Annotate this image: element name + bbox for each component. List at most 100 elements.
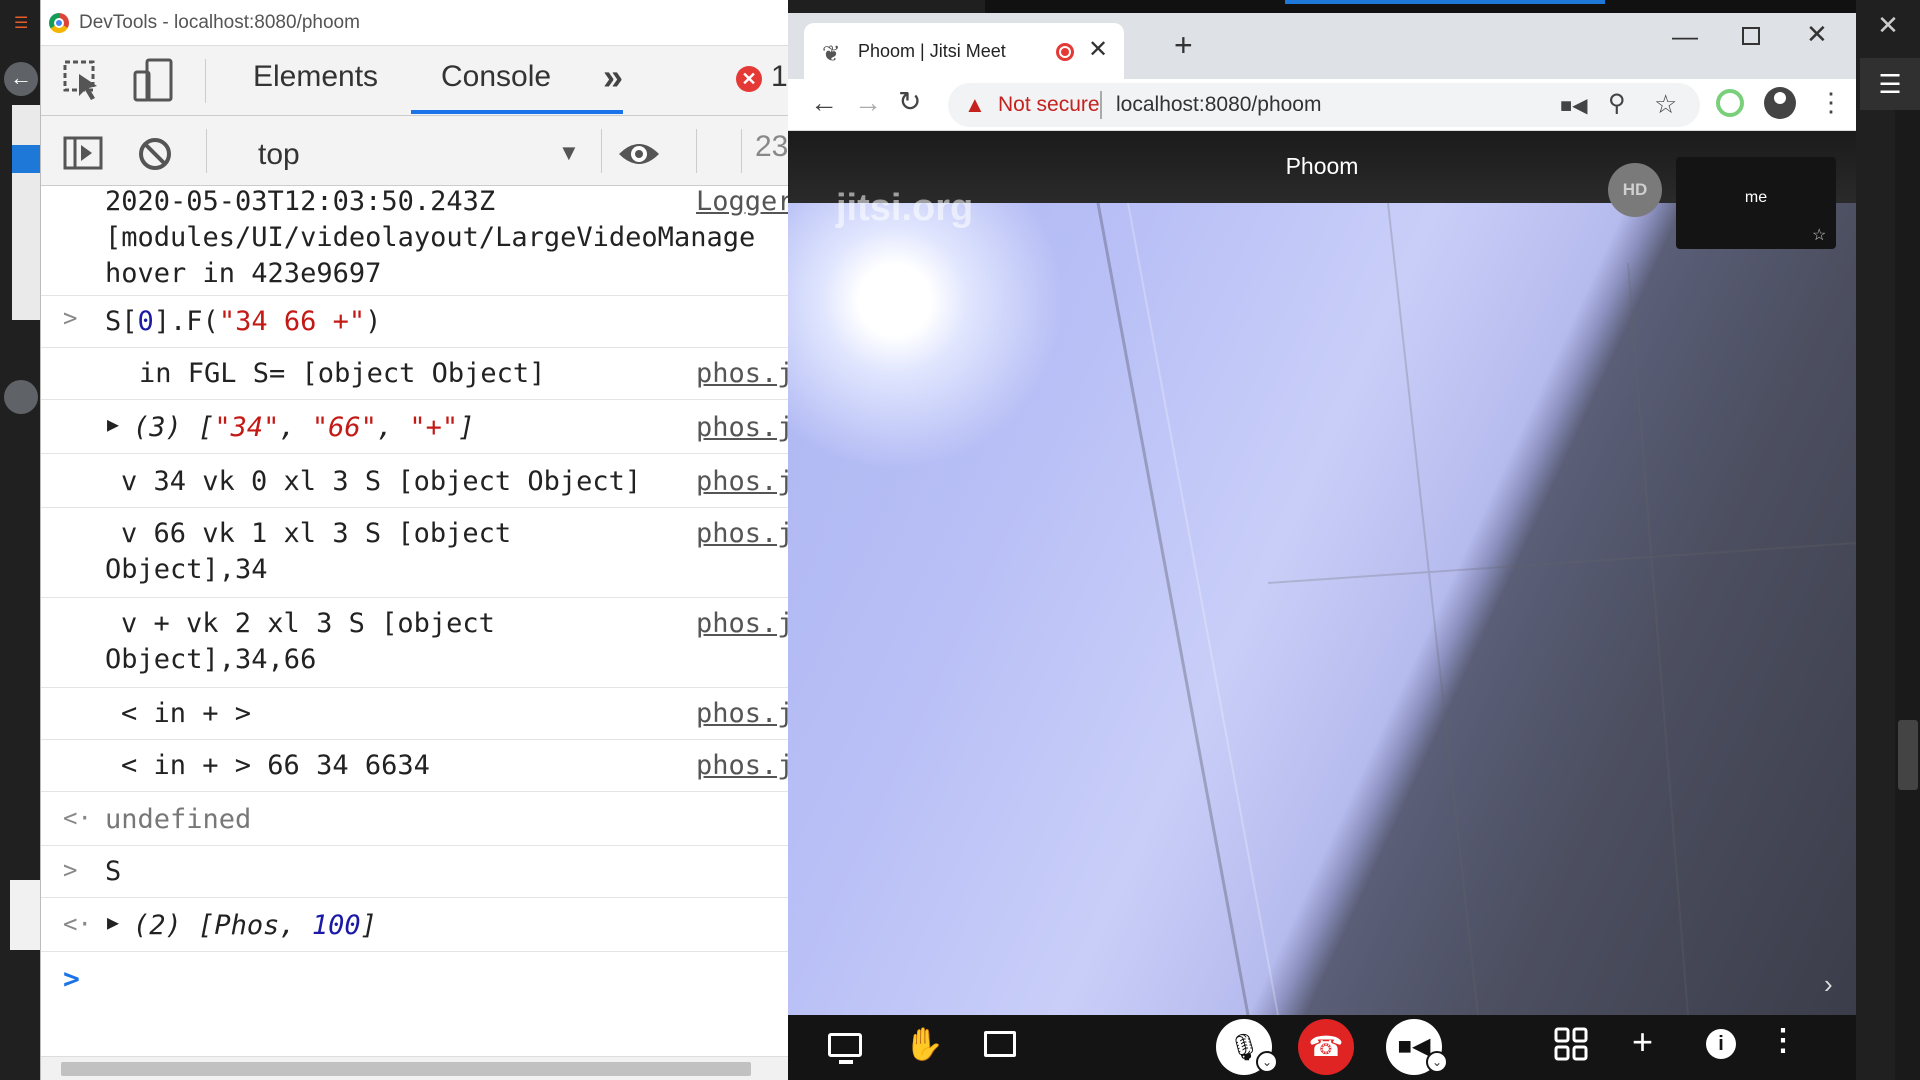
error-icon[interactable]: ✕ — [736, 66, 762, 92]
zoom-icon[interactable]: ⚲ — [1608, 89, 1626, 118]
jitsi-favicon-icon: ❦ — [822, 41, 841, 66]
video-quality-badge[interactable]: HD — [1608, 163, 1662, 217]
log-source-link[interactable]: phos.j — [696, 466, 788, 497]
console-prompt-input[interactable]: > — [41, 952, 788, 1052]
log-text: 2020-05-03T12:03:50.243Z — [105, 186, 496, 217]
more-tabs-button[interactable]: » — [603, 56, 623, 98]
log-text: [modules/UI/videolayout/LargeVideoManage — [105, 222, 756, 253]
log-source-link[interactable]: phos.j — [696, 750, 788, 781]
devtools-tabbar: Elements Console » ✕ 1 — [41, 46, 788, 116]
browser-tab[interactable]: ❦ Phoom | Jitsi Meet ✕ — [804, 23, 1124, 79]
background-scrollbar[interactable] — [1895, 110, 1920, 1080]
tab-elements[interactable]: Elements — [253, 60, 378, 94]
maximize-icon[interactable] — [1742, 27, 1760, 45]
security-status[interactable]: Not secure — [998, 93, 1100, 117]
execution-context-select[interactable]: top ▼ — [226, 130, 602, 174]
input-code: S[ — [105, 306, 138, 337]
url-text[interactable]: localhost:8080/phoom — [1116, 93, 1321, 117]
new-tab-button[interactable]: + — [1174, 29, 1193, 61]
toolbar-divider — [601, 129, 602, 173]
log-source-link[interactable]: phos.j — [696, 518, 788, 549]
camera-in-use-icon[interactable]: ■◀ — [1560, 93, 1587, 118]
tile-view-icon[interactable] — [1554, 1027, 1588, 1061]
video-camera-icon: ■◀ — [1397, 1033, 1431, 1060]
background-window-accent — [1285, 0, 1605, 4]
minimize-icon[interactable]: — — [1672, 21, 1698, 52]
microphone-icon: 🎙 — [1227, 1032, 1261, 1062]
error-count[interactable]: 1 — [771, 60, 788, 94]
message-count[interactable]: 23 — [755, 130, 788, 164]
chrome-logo-icon — [49, 13, 69, 33]
input-chevron-icon: > — [63, 304, 78, 332]
browser-menu-icon[interactable]: ⋮ — [1818, 87, 1844, 118]
close-tab-icon[interactable]: ✕ — [1088, 35, 1108, 64]
array-bracket: ] — [360, 910, 377, 941]
info-icon[interactable]: i — [1706, 1029, 1736, 1059]
chat-icon[interactable] — [984, 1031, 1016, 1057]
close-icon[interactable]: ✕ — [1868, 8, 1908, 42]
screen-share-icon[interactable] — [828, 1033, 862, 1064]
devtools-window-title: DevTools - localhost:8080/phoom — [79, 12, 360, 33]
array-count: (2) — [133, 910, 182, 941]
invite-plus-icon[interactable]: + — [1632, 1021, 1653, 1063]
profile-avatar-icon[interactable] — [1764, 87, 1796, 119]
log-text: in FGL S= [object Object] — [139, 358, 546, 389]
video-frame-content — [1096, 203, 1856, 1015]
hangup-button[interactable]: ☎ — [1298, 1019, 1354, 1075]
jitsi-watermark[interactable]: jitsi.org — [836, 187, 973, 230]
background-panel-accent — [12, 145, 40, 173]
more-actions-icon[interactable]: ⋮ — [1768, 1023, 1798, 1058]
inspect-element-icon[interactable] — [59, 56, 107, 104]
toolbar-divider — [696, 129, 697, 173]
chevron-right-icon[interactable]: › — [1824, 969, 1833, 1000]
tab-console[interactable]: Console — [441, 60, 551, 94]
back-arrow-icon[interactable]: ← — [4, 62, 38, 96]
console-log-row[interactable]: ▶ (3) ["34", "66", "+"] phos.j — [41, 400, 788, 454]
phone-hangup-icon: ☎ — [1308, 1031, 1344, 1062]
log-source-link[interactable]: phos.j — [696, 412, 788, 443]
log-text: v 34 vk 0 xl 3 S [object Object] — [121, 466, 642, 497]
clear-console-icon[interactable] — [131, 130, 179, 178]
log-source-link[interactable]: Logger.j — [696, 186, 788, 217]
array-item: "+" — [409, 412, 459, 443]
camera-options-chevron-icon[interactable]: ⌄ — [1426, 1051, 1448, 1073]
local-video-thumbnail[interactable]: me ☆ — [1676, 157, 1836, 249]
log-source-link[interactable]: phos.j — [696, 698, 788, 729]
console-log-row: v 66 vk 1 xl 3 S [object Object],34 phos… — [41, 508, 788, 598]
result-arrow-icon: <· — [63, 804, 92, 832]
warning-icon[interactable]: ▲ — [964, 92, 986, 118]
array-item: "66" — [311, 412, 377, 443]
expand-triangle-icon[interactable]: ▶ — [107, 412, 119, 436]
console-output[interactable]: 2020-05-03T12:03:50.243Z Logger.j [modul… — [41, 186, 788, 1056]
back-arrow-icon[interactable]: ← — [810, 87, 838, 119]
tab-title: Phoom | Jitsi Meet — [858, 41, 1006, 61]
microphone-options-chevron-icon[interactable]: ⌄ — [1256, 1051, 1278, 1073]
log-source-link[interactable]: phos.j — [696, 608, 788, 639]
execution-context-value: top — [258, 138, 300, 171]
background-scrollbar-thumb[interactable] — [1898, 720, 1918, 790]
log-source-link[interactable]: phos.j — [696, 358, 788, 389]
log-text: < in + > 66 34 6634 — [121, 750, 430, 781]
expand-triangle-icon[interactable]: ▶ — [107, 910, 119, 934]
reload-icon[interactable]: ↻ — [898, 85, 921, 118]
devtools-titlebar: DevTools - localhost:8080/phoom — [41, 0, 788, 46]
console-result-row[interactable]: <· ▶ (2) [Phos, 100] — [41, 898, 788, 952]
raise-hand-icon[interactable]: ✋ — [904, 1025, 944, 1063]
forward-arrow-icon[interactable]: → — [854, 87, 882, 119]
window-close-icon[interactable]: ✕ — [1806, 19, 1828, 50]
console-input-row: > S — [41, 846, 788, 898]
live-expression-eye-icon[interactable] — [615, 130, 663, 178]
jitsi-browser-window: ❦ Phoom | Jitsi Meet ✕ + — ✕ ← → ↻ ▲ Not… — [788, 13, 1856, 1080]
address-bar[interactable]: ▲ Not secure localhost:8080/phoom ■◀ ⚲ ☆ — [948, 83, 1700, 127]
address-divider — [1100, 91, 1102, 119]
extension-icon[interactable] — [1716, 89, 1744, 117]
devtools-window: DevTools - localhost:8080/phoom Elements… — [40, 0, 788, 1080]
background-scroll-controls[interactable] — [10, 880, 40, 950]
input-code: 0 — [137, 306, 154, 337]
device-toolbar-icon[interactable] — [129, 56, 177, 104]
hamburger-menu-icon[interactable]: ☰ — [1860, 58, 1920, 110]
sidebar-toggle-icon[interactable] — [59, 130, 107, 178]
horizontal-scrollbar-thumb[interactable] — [61, 1062, 751, 1076]
toolbar-divider — [206, 129, 207, 173]
bookmark-star-icon[interactable]: ☆ — [1654, 89, 1677, 120]
